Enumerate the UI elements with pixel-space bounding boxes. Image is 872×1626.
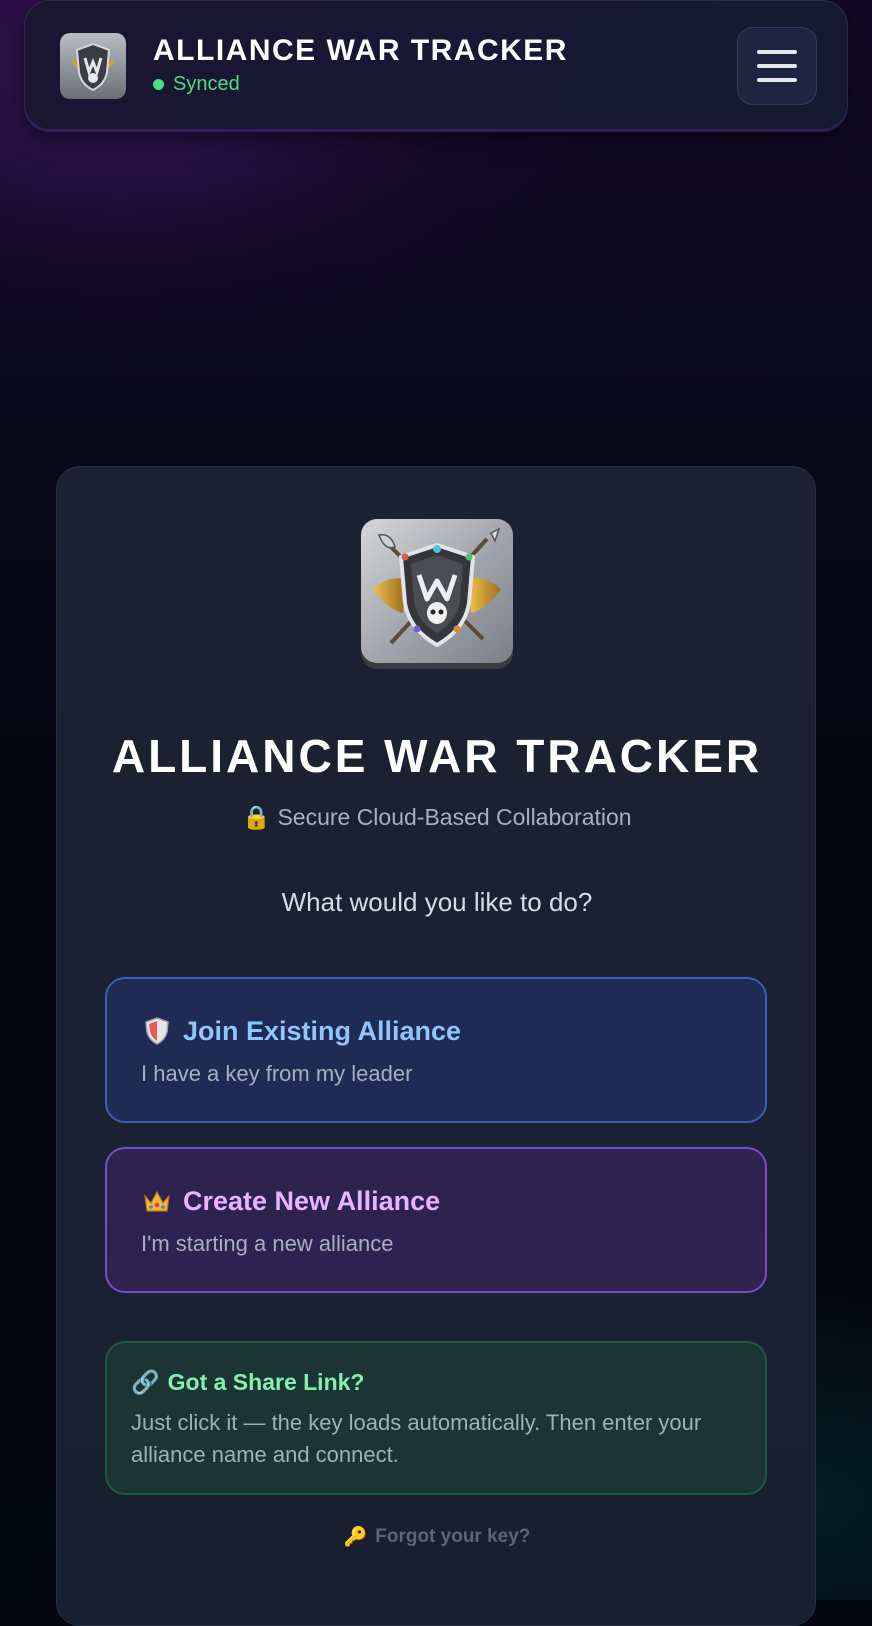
crown-icon [144,1190,170,1212]
card-subtitle-text: Secure Cloud-Based Collaboration [277,804,632,830]
hamburger-bar [757,78,797,82]
forgot-key-label: Forgot your key? [375,1526,531,1547]
share-link-label: Got a Share Link? [167,1369,365,1395]
share-link-info: 🔗 Got a Share Link? Just click it — the … [105,1341,767,1495]
share-link-title: 🔗 Got a Share Link? [131,1369,364,1396]
menu-button[interactable] [737,27,817,105]
shield-icon [145,1017,169,1045]
hamburger-bar [757,64,797,68]
shield-crest-icon [60,33,126,99]
join-alliance-title: Join Existing Alliance [141,1015,461,1047]
sync-status-label: Synced [173,73,240,95]
create-alliance-description: I'm starting a new alliance [141,1231,394,1256]
lock-icon: 🔒 [242,804,272,830]
hamburger-menu-icon [757,50,797,54]
status-dot-icon [153,79,164,90]
join-alliance-description: I have a key from my leader [141,1061,413,1086]
app-title: ALLIANCE WAR TRACKER [153,34,568,67]
welcome-card: ALLIANCE WAR TRACKER 🔒 Secure Cloud-Base… [56,466,816,1626]
create-alliance-label: Create New Alliance [183,1185,441,1216]
create-alliance-title: Create New Alliance [141,1185,440,1217]
shield-crest-icon [361,519,513,669]
create-alliance-button[interactable]: Create New Alliance I'm starting a new a… [105,1147,767,1293]
join-alliance-button[interactable]: Join Existing Alliance I have a key from… [105,977,767,1123]
forgot-key-link[interactable]: 🔑 Forgot your key? [57,1525,817,1549]
action-prompt: What would you like to do? [281,887,593,917]
join-alliance-label: Join Existing Alliance [183,1015,462,1046]
link-icon: 🔗 [131,1369,160,1395]
key-icon: 🔑 [343,1527,368,1548]
card-subtitle: 🔒 Secure Cloud-Based Collaboration [57,804,817,831]
app-header: ALLIANCE WAR TRACKER Synced [24,0,848,130]
card-title: ALLIANCE WAR TRACKER [111,730,763,782]
sync-status: Synced [153,73,240,96]
share-link-description: Just click it — the key loads automatica… [131,1410,702,1467]
